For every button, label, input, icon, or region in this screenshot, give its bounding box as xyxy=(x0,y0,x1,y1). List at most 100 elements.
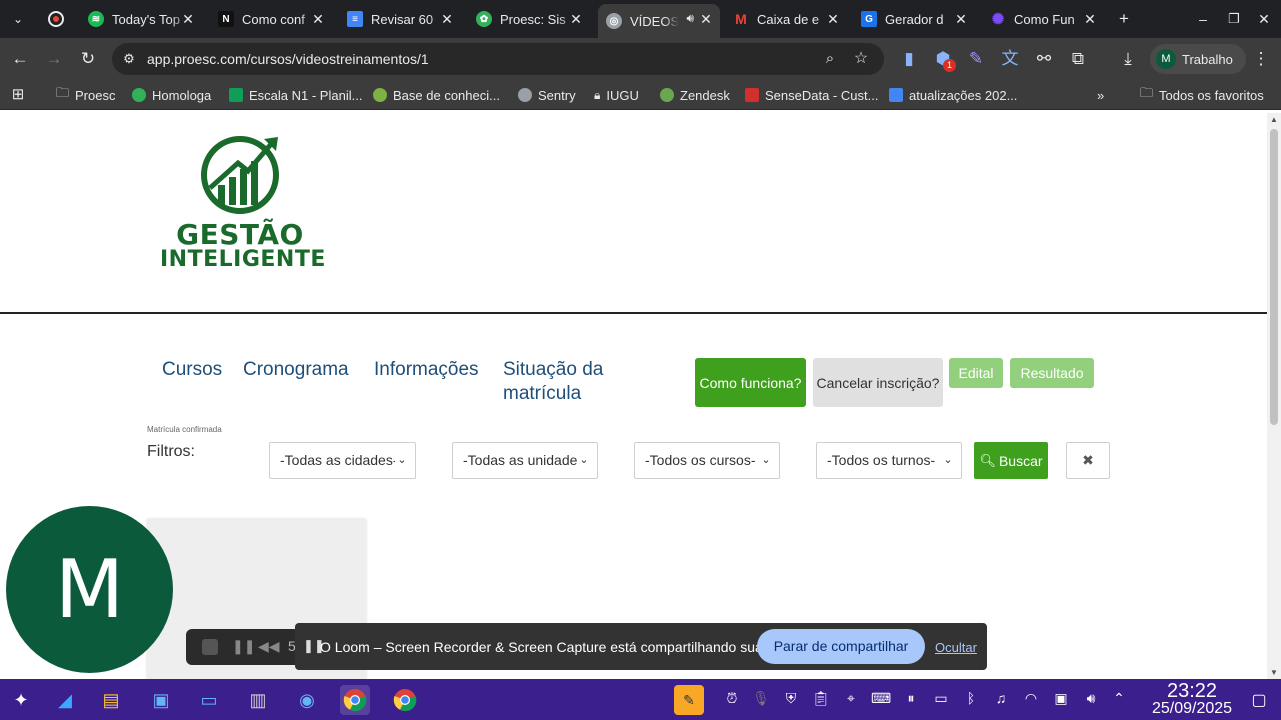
keyboard-icon[interactable]: ⌨ xyxy=(871,690,891,707)
bookmark-atualizacoes[interactable]: atualizações 202... xyxy=(889,86,1017,104)
location-pin-icon[interactable]: ⌖ xyxy=(841,690,861,707)
screenshot-icon[interactable]: ▣ xyxy=(1051,690,1071,707)
alarm-icon[interactable]: ⏰︎ xyxy=(722,690,742,707)
apps-grid-icon[interactable]: ⊞ xyxy=(6,83,30,107)
nav-informacoes[interactable]: Informações xyxy=(374,358,479,382)
volume-icon[interactable]: 🔊︎ xyxy=(1081,690,1101,707)
tab-docs[interactable]: ≡ Revisar 60 ✕ xyxy=(339,4,461,34)
shield-icon[interactable]: ⛨ xyxy=(781,690,801,707)
file-manager-icon[interactable]: ▤ xyxy=(96,685,126,715)
close-tab-icon[interactable]: ✕ xyxy=(1082,11,1098,28)
tab-videos-active[interactable]: ◎ VÍDEOS 🔊︎ ✕ xyxy=(598,4,720,38)
loom-camera-bubble[interactable]: M xyxy=(6,506,173,673)
extension-pen-icon[interactable]: ✎ xyxy=(964,47,988,71)
city-filter-select[interactable]: -Todas as cidades- ⌄ xyxy=(269,442,416,479)
back-arrow-icon[interactable]: ← xyxy=(8,47,32,71)
browser-menu-icon[interactable]: ⋮ xyxy=(1249,47,1273,71)
pause-recording-icon[interactable]: ❚❚ xyxy=(232,638,255,655)
bookmark-base-conhecimento[interactable]: Base de conheci... xyxy=(373,86,500,104)
chrome-window-1-icon[interactable] xyxy=(340,685,370,715)
notes-app-icon[interactable]: ✎ xyxy=(674,685,704,715)
start-menu-icon[interactable]: ✦ xyxy=(6,685,36,715)
chrome-window-2-icon[interactable] xyxy=(390,685,420,715)
cancel-enrollment-button[interactable]: Cancelar inscrição? xyxy=(813,358,943,407)
restore-window-icon[interactable]: ❐ xyxy=(1222,7,1246,31)
search-button[interactable]: 🔍︎ Buscar xyxy=(974,442,1048,479)
tab-gmail[interactable]: M Caixa de e ✕ xyxy=(725,4,847,34)
all-bookmarks[interactable]: 🗀︎ Todos os favoritos xyxy=(1140,85,1264,104)
terminal-icon[interactable]: ▥ xyxy=(243,685,273,715)
scroll-down-arrow-icon[interactable]: ▼ xyxy=(1270,668,1278,677)
forward-arrow-icon[interactable]: → xyxy=(42,47,66,71)
translate-icon[interactable]: 文 xyxy=(998,47,1022,71)
bluetooth-icon[interactable]: ᛒ xyxy=(961,690,981,706)
wifi-icon[interactable]: ◠ xyxy=(1021,690,1041,707)
edital-button[interactable]: Edital xyxy=(949,358,1003,388)
scroll-up-arrow-icon[interactable]: ▲ xyxy=(1270,115,1278,124)
battery-icon[interactable]: ▭ xyxy=(931,690,951,707)
close-tab-icon[interactable]: ✕ xyxy=(825,11,841,28)
bookmark-sensedata[interactable]: SenseData - Cust... xyxy=(745,86,878,104)
extension-teams-icon[interactable]: ⬢ 1 xyxy=(931,47,956,72)
nav-cursos[interactable]: Cursos xyxy=(162,358,222,382)
bookmark-zendesk[interactable]: Zendesk xyxy=(660,86,730,104)
vscode-icon[interactable]: ◢ xyxy=(50,685,80,715)
restart-recording-icon[interactable]: ◀◀ xyxy=(258,638,280,655)
close-tab-icon[interactable]: ✕ xyxy=(698,11,714,28)
tab-spotify[interactable]: ≋ Today's Top ✕ xyxy=(80,4,202,34)
profile-button[interactable]: M Trabalho xyxy=(1150,44,1246,74)
how-it-works-button[interactable]: Como funciona? xyxy=(695,358,806,407)
gestao-inteligente-logo[interactable]: GESTÃO INTELIGENTE xyxy=(160,133,325,273)
media-pause-icon[interactable]: ⏸︎ xyxy=(901,690,921,707)
close-tab-icon[interactable]: ✕ xyxy=(180,11,196,28)
clear-filters-button[interactable]: ✖ xyxy=(1066,442,1110,479)
nav-situacao-matricula[interactable]: Situação da matrícula xyxy=(503,358,633,406)
bookmark-homologa[interactable]: Homologa xyxy=(132,86,211,104)
bookmark-proesc[interactable]: 🗀︎ Proesc xyxy=(56,85,115,104)
clock-date[interactable]: 25/09/2025 xyxy=(1138,700,1246,718)
shift-filter-select[interactable]: -Todos os turnos- ⌄ xyxy=(816,442,962,479)
site-settings-icon[interactable]: ⚙ xyxy=(117,47,141,71)
microphone-icon[interactable]: 🎙︎ xyxy=(751,690,771,707)
tab-proesc[interactable]: ✿ Proesc: Sis ✕ xyxy=(468,4,590,34)
files-folder-icon[interactable]: ▭ xyxy=(194,685,224,715)
bookmark-escala[interactable]: Escala N1 - Planil... xyxy=(229,86,362,104)
download-icon[interactable]: ⤓ xyxy=(1116,47,1140,71)
nav-cronograma[interactable]: Cronograma xyxy=(243,358,349,382)
stop-sharing-button[interactable]: Parar de compartilhar xyxy=(757,629,925,664)
tab-notion[interactable]: N Como conf ✕ xyxy=(210,4,332,34)
bookmark-iugu[interactable]: 🔒︎ IUGU xyxy=(594,86,639,104)
scrollbar-thumb[interactable] xyxy=(1270,129,1278,425)
address-bar[interactable]: ⚙ app.proesc.com/cursos/videostreinament… xyxy=(112,43,884,75)
unit-filter-select[interactable]: -Todas as unidades- ⌄ xyxy=(452,442,598,479)
audio-playing-icon[interactable]: 🔊︎ xyxy=(686,11,694,26)
bookmark-star-icon[interactable]: ☆ xyxy=(849,47,873,71)
course-filter-select[interactable]: -Todos os cursos- ⌄ xyxy=(634,442,780,479)
resultado-button[interactable]: Resultado xyxy=(1010,358,1094,388)
more-bookmarks-chevron-icon[interactable]: » xyxy=(1097,86,1104,104)
tab-recording[interactable] xyxy=(40,4,76,34)
extension-docs-icon[interactable]: ▮ xyxy=(897,47,921,71)
hide-sharing-bar-link[interactable]: Ocultar xyxy=(935,640,977,655)
bookmark-sentry[interactable]: Sentry xyxy=(518,86,576,104)
software-store-icon[interactable]: ▣ xyxy=(146,685,176,715)
extension-network-icon[interactable]: ⚯ xyxy=(1032,47,1056,71)
remote-desktop-icon[interactable]: ◉ xyxy=(292,685,322,715)
tab-como-funciona[interactable]: ✺ Como Fun ✕ xyxy=(982,4,1104,34)
close-tab-icon[interactable]: ✕ xyxy=(439,11,455,28)
audio-device-icon[interactable]: ♫ xyxy=(991,690,1011,706)
stop-recording-icon[interactable] xyxy=(202,639,218,655)
tray-expand-chevron-icon[interactable]: ⌃ xyxy=(1109,690,1129,707)
minimize-window-icon[interactable]: – xyxy=(1191,7,1215,31)
close-tab-icon[interactable]: ✕ xyxy=(568,11,584,28)
zoom-search-icon[interactable]: ⌕ xyxy=(818,47,842,71)
close-window-icon[interactable]: ✕ xyxy=(1252,7,1276,31)
page-scrollbar[interactable]: ▲ ▼ xyxy=(1267,113,1281,679)
clipboard-icon[interactable]: 📋︎ xyxy=(811,690,831,707)
show-desktop-icon[interactable]: ▢ xyxy=(1244,685,1274,715)
close-tab-icon[interactable]: ✕ xyxy=(310,11,326,28)
tab-gerador[interactable]: G Gerador d ✕ xyxy=(853,4,975,34)
close-tab-icon[interactable]: ✕ xyxy=(953,11,969,28)
extensions-puzzle-icon[interactable]: ⧉ xyxy=(1066,47,1090,71)
new-tab-icon[interactable]: + xyxy=(1112,7,1136,31)
